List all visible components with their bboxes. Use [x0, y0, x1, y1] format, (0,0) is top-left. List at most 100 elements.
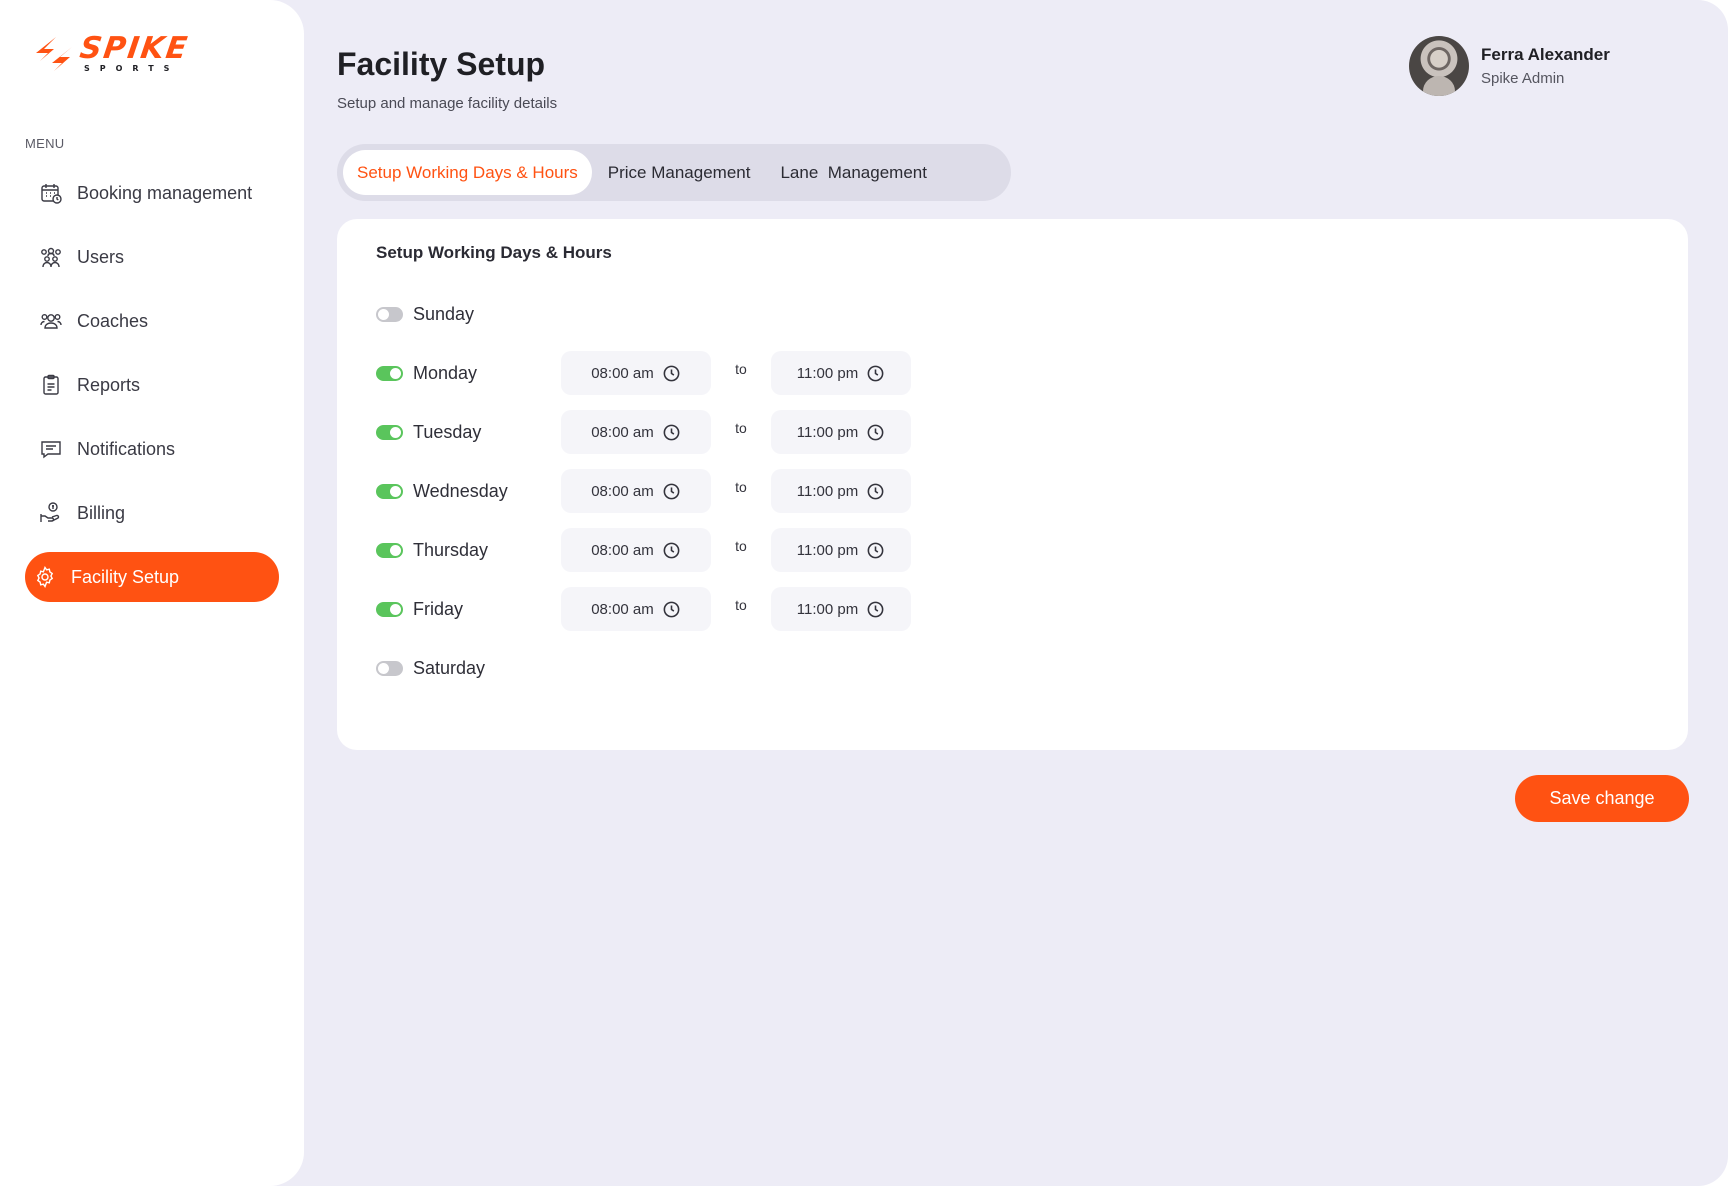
day-toggle[interactable]: [376, 365, 403, 381]
card-title: Setup Working Days & Hours: [376, 243, 612, 262]
toggle-knob: [390, 485, 401, 497]
app-window: SPIKE SPORTS MENU Booking management Use…: [0, 0, 1728, 1186]
day-label: Monday: [413, 362, 478, 383]
page-subtitle: Setup and manage facility details: [337, 95, 558, 112]
coaches-icon: [40, 313, 62, 329]
clipboard-icon: [43, 374, 59, 395]
hand-coin-icon: [40, 502, 60, 522]
toggle-knob: [390, 426, 401, 438]
day-row-friday: Friday 08:00 am to 11:00 pm: [376, 587, 911, 631]
sidebar-item-label: Notifications: [77, 438, 176, 459]
sidebar-item-billing[interactable]: Billing: [25, 488, 279, 538]
close-time-value: 11:00 pm: [796, 364, 859, 382]
toggle-knob: [390, 367, 401, 379]
time-separator: to: [735, 597, 747, 613]
day-label: Saturday: [413, 657, 486, 678]
clock-icon: [867, 483, 884, 499]
open-time-value: 08:00 am: [591, 482, 654, 500]
sidebar-item-label: Users: [77, 246, 125, 267]
save-change-button[interactable]: Save change: [1515, 775, 1689, 822]
open-time-value: 08:00 am: [591, 541, 654, 559]
clock-icon: [867, 601, 884, 617]
sidebar-item-label: Coaches: [77, 310, 149, 331]
day-toggle[interactable]: [376, 483, 403, 499]
tab-bar: Setup Working Days & Hours Price Managem…: [337, 144, 1011, 201]
message-icon: [41, 441, 61, 459]
menu-label: MENU: [25, 136, 65, 151]
sidebar-item-notifications[interactable]: Notifications: [25, 424, 279, 474]
user-profile[interactable]: Ferra Alexander Spike Admin: [1409, 36, 1610, 96]
tab-working-days[interactable]: Setup Working Days & Hours: [343, 150, 592, 195]
sidebar: SPIKE SPORTS MENU Booking management Use…: [0, 0, 304, 1186]
close-time-value: 11:00 pm: [796, 423, 859, 441]
tab-price-management[interactable]: Price Management: [594, 150, 765, 195]
profile-name: Ferra Alexander: [1481, 45, 1610, 64]
open-time-value: 08:00 am: [591, 600, 654, 618]
brand-logo[interactable]: SPIKE SPORTS: [34, 31, 192, 73]
day-row-saturday: Saturday: [376, 646, 561, 690]
close-time-field[interactable]: 11:00 pm: [771, 528, 911, 572]
day-row-thursday: Thursday 08:00 am to 11:00 pm: [376, 528, 911, 572]
clock-icon: [663, 365, 680, 381]
sidebar-item-label: Facility Setup: [71, 566, 180, 587]
users-group-icon: [41, 247, 61, 268]
day-label: Friday: [413, 598, 464, 619]
day-row-monday: Monday 08:00 am to 11:00 pm: [376, 351, 911, 395]
clock-icon: [867, 365, 884, 381]
open-time-field[interactable]: 08:00 am: [561, 587, 711, 631]
sidebar-item-label: Billing: [77, 502, 126, 523]
day-row-sunday: Sunday: [376, 292, 561, 336]
calendar-icon: [41, 184, 62, 204]
sidebar-item-coaches[interactable]: Coaches: [25, 296, 279, 346]
day-row-wednesday: Wednesday 08:00 am to 11:00 pm: [376, 469, 911, 513]
clock-icon: [663, 483, 680, 499]
avatar: [1409, 36, 1469, 96]
working-hours-card: Setup Working Days & Hours Sunday Monday…: [337, 219, 1688, 750]
close-time-value: 11:00 pm: [796, 541, 859, 559]
day-label: Tuesday: [413, 421, 482, 442]
sidebar-item-users[interactable]: Users: [25, 232, 279, 282]
clock-icon: [867, 424, 884, 440]
day-toggle[interactable]: [376, 542, 403, 558]
time-separator: to: [735, 361, 747, 377]
brand-tagline: SPORTS: [84, 64, 180, 73]
toggle-knob: [378, 662, 389, 674]
clock-icon: [663, 601, 680, 617]
close-time-field[interactable]: 11:00 pm: [771, 351, 911, 395]
sidebar-item-booking-management[interactable]: Booking management: [25, 168, 279, 218]
day-toggle[interactable]: [376, 424, 403, 440]
clock-icon: [663, 542, 680, 558]
sidebar-nav: Booking management Users Coaches Reports…: [25, 168, 279, 616]
open-time-value: 08:00 am: [591, 364, 654, 382]
close-time-value: 11:00 pm: [796, 482, 859, 500]
tab-lane-management[interactable]: Lane Management: [766, 150, 941, 195]
sidebar-item-label: Reports: [77, 374, 141, 395]
page-title: Facility Setup: [337, 46, 546, 82]
day-toggle[interactable]: [376, 660, 403, 676]
day-label: Wednesday: [413, 480, 508, 501]
profile-role: Spike Admin: [1481, 70, 1565, 87]
toggle-knob: [378, 308, 389, 320]
day-toggle[interactable]: [376, 306, 403, 322]
time-separator: to: [735, 420, 747, 436]
brand-name: SPIKE: [77, 31, 192, 66]
day-toggle[interactable]: [376, 601, 403, 617]
day-label: Sunday: [413, 303, 475, 324]
close-time-field[interactable]: 11:00 pm: [771, 587, 911, 631]
close-time-field[interactable]: 11:00 pm: [771, 410, 911, 454]
day-label: Thursday: [413, 539, 489, 560]
open-time-field[interactable]: 08:00 am: [561, 528, 711, 572]
sidebar-item-facility-setup[interactable]: Facility Setup: [25, 552, 279, 602]
open-time-field[interactable]: 08:00 am: [561, 410, 711, 454]
sidebar-item-label: Booking management: [77, 182, 253, 203]
main-content: Facility Setup Setup and manage facility…: [337, 0, 1728, 1186]
clock-icon: [867, 542, 884, 558]
close-time-value: 11:00 pm: [796, 600, 859, 618]
open-time-field[interactable]: 08:00 am: [561, 469, 711, 513]
spike-logo-icon: [36, 36, 72, 71]
close-time-field[interactable]: 11:00 pm: [771, 469, 911, 513]
open-time-field[interactable]: 08:00 am: [561, 351, 711, 395]
clock-icon: [663, 424, 680, 440]
day-row-tuesday: Tuesday 08:00 am to 11:00 pm: [376, 410, 911, 454]
sidebar-item-reports[interactable]: Reports: [25, 360, 279, 410]
